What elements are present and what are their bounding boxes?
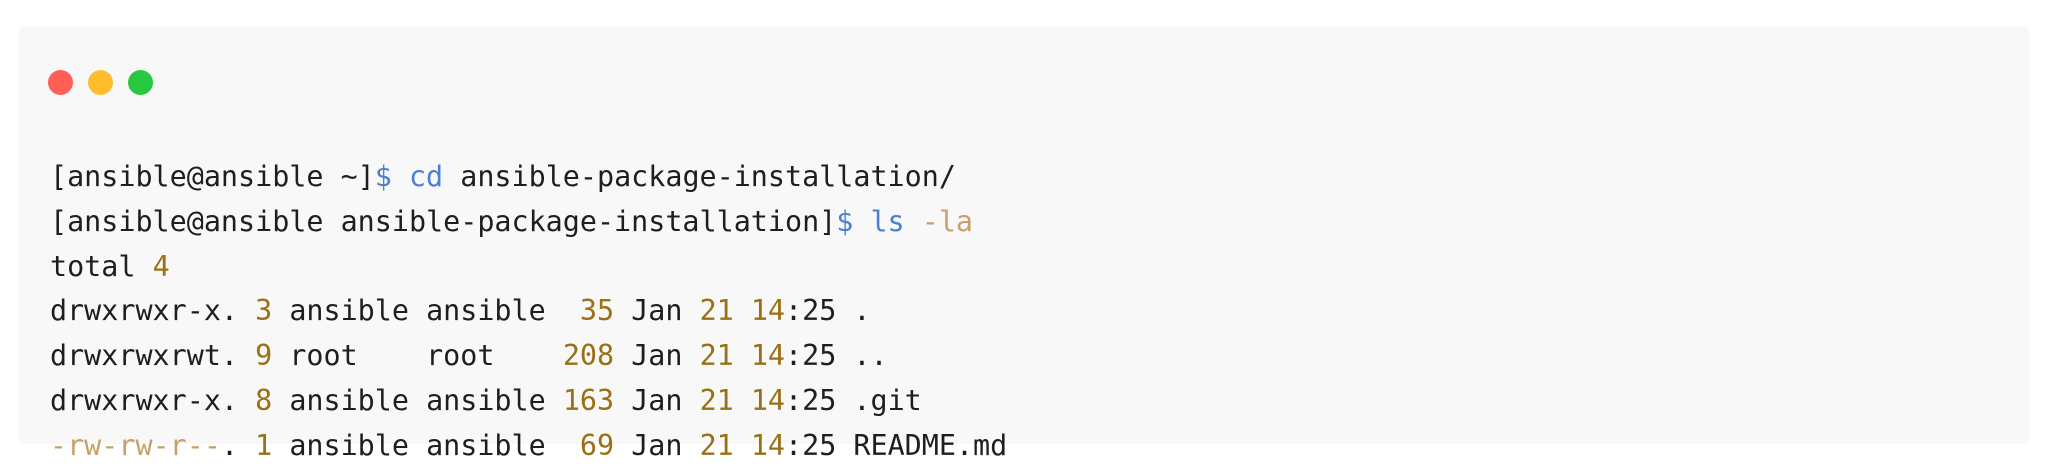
prompt-dollar: $: [374, 160, 392, 193]
month: Jan: [631, 383, 683, 417]
day: 21: [699, 383, 734, 417]
link-count: 1: [255, 428, 273, 462]
terminal-window: [ansible@ansible ~]$ cd ansible-package-…: [18, 26, 2030, 462]
day: 21: [699, 339, 734, 373]
file-size: 208: [562, 339, 615, 373]
file-size: 35: [562, 294, 615, 328]
listing-row: drwxrwxr-x. 3 ansible ansible 35 Jan 21 …: [50, 289, 1007, 334]
group: ansible: [426, 294, 546, 328]
total-label: total: [50, 249, 136, 283]
permissions: drwxrwxr-x.: [50, 383, 239, 417]
owner: ansible: [289, 428, 409, 462]
link-count: 3: [255, 294, 273, 328]
minute: :25: [785, 383, 837, 417]
terminal-line-total: total 4: [50, 245, 1007, 290]
permissions: drwxrwxrwt.: [50, 339, 239, 373]
file-name: ..: [853, 339, 888, 373]
permissions: drwxrwxr-x.: [50, 294, 239, 328]
terminal-output[interactable]: [ansible@ansible ~]$ cd ansible-package-…: [50, 155, 1007, 469]
month: Jan: [631, 339, 683, 373]
hour: 14: [750, 294, 786, 328]
hour: 14: [750, 428, 786, 462]
terminal-line-ls: [ansible@ansible ansible-package-install…: [50, 200, 1007, 245]
shell-prompt: [ansible@ansible ~]: [50, 160, 375, 193]
listing-row: drwxrwxrwt. 9 root root 208 Jan 21 14:25…: [50, 334, 1007, 379]
file-name: .git: [853, 383, 922, 417]
file-size: 69: [562, 428, 615, 462]
file-name: README.md: [853, 428, 1008, 462]
total-value: 4: [152, 249, 170, 283]
listing-row: -rw-rw-r--. 1 ansible ansible 69 Jan 21 …: [50, 424, 1007, 469]
command-flag: -la: [921, 204, 974, 238]
file-name: .: [853, 294, 871, 328]
month: Jan: [631, 428, 683, 462]
hour: 14: [750, 339, 786, 373]
minute: :25: [785, 294, 837, 328]
command-name: ls: [870, 204, 905, 238]
day: 21: [699, 294, 734, 328]
file-size: 163: [562, 383, 615, 417]
owner: ansible: [289, 383, 409, 417]
owner: ansible: [289, 294, 409, 328]
permissions: -rw-rw-r--: [50, 428, 221, 462]
day: 21: [699, 428, 734, 462]
permissions-suffix: .: [220, 428, 239, 462]
hour: 14: [750, 383, 786, 417]
command-name: cd: [408, 160, 444, 193]
group: ansible: [426, 428, 546, 462]
listing-row: drwxrwxr-x. 8 ansible ansible 163 Jan 21…: [50, 379, 1007, 424]
link-count: 8: [255, 383, 273, 417]
group: ansible: [426, 383, 546, 417]
shell-prompt: [ansible@ansible ansible-package-install…: [50, 204, 837, 238]
prompt-dollar: $: [836, 204, 854, 238]
minute: :25: [785, 339, 837, 373]
minute: :25: [785, 428, 837, 462]
month: Jan: [631, 294, 683, 328]
close-button[interactable]: [48, 70, 73, 95]
maximize-button[interactable]: [128, 70, 153, 95]
owner: root: [289, 339, 409, 373]
link-count: 9: [255, 339, 273, 373]
minimize-button[interactable]: [88, 70, 113, 95]
group: root: [426, 339, 546, 373]
command-args: ansible-package-installation/: [460, 160, 956, 193]
terminal-line-cd: [ansible@ansible ~]$ cd ansible-package-…: [50, 155, 1007, 200]
